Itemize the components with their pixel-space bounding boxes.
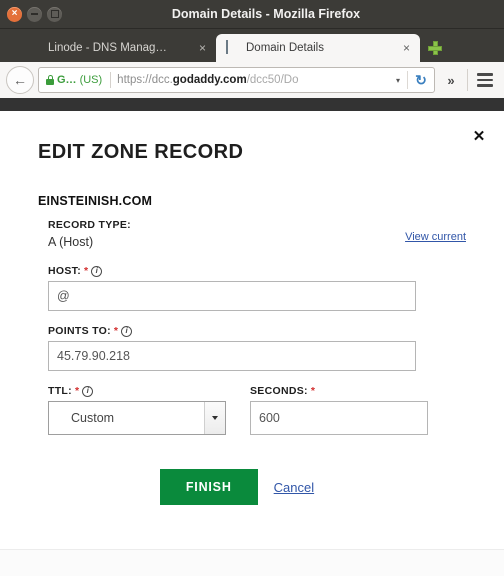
ttl-seconds-row: TTL: * i Custom SECONDS: * 600 [38, 385, 466, 435]
window-minimize-icon [31, 13, 38, 15]
window-title: Domain Details - Mozilla Firefox [171, 7, 361, 21]
tab-label: Domain Details [246, 42, 324, 54]
url-host: godaddy.com [172, 74, 247, 86]
required-asterisk: * [310, 385, 316, 397]
chevron-down-icon[interactable]: ▾ [389, 76, 407, 85]
points-to-input[interactable]: 45.79.90.218 [48, 341, 416, 371]
info-icon[interactable]: i [121, 325, 133, 337]
lock-icon [46, 75, 54, 85]
seconds-label: SECONDS: * [250, 385, 428, 397]
identity-divider [110, 72, 112, 88]
tab-label: Linode - DNS Manag… [48, 42, 167, 54]
modal-title: EDIT ZONE RECORD [38, 141, 244, 163]
ttl-label-text: TTL: [48, 385, 72, 397]
modal-close-icon[interactable]: ✕ [471, 128, 487, 144]
view-current-link[interactable]: View current [405, 219, 466, 243]
window-close-button[interactable]: × [7, 6, 22, 22]
new-tab-button[interactable] [424, 37, 446, 59]
record-type-value: A (Host) [48, 235, 94, 249]
hamburger-icon [477, 73, 493, 76]
info-icon[interactable]: i [91, 265, 103, 277]
cancel-link[interactable]: Cancel [274, 480, 314, 495]
ttl-select[interactable]: Custom [48, 401, 226, 435]
plus-icon [428, 41, 442, 55]
window-minimize-button[interactable] [27, 6, 42, 22]
record-type-block: RECORD TYPE: A (Host) [38, 219, 131, 249]
host-label-text: HOST: [48, 265, 81, 277]
url-bar[interactable]: G… (US) https://dcc.godaddy.com/dcc50/Do… [38, 67, 435, 93]
points-to-field-group: POINTS TO: * i 45.79.90.218 [38, 325, 466, 371]
tab-strip: Linode - DNS Manag… × Domain Details × [0, 29, 504, 62]
navigation-toolbar: ← G… (US) https://dcc.godaddy.com/dcc50/… [0, 62, 504, 99]
required-asterisk: * [113, 325, 119, 337]
seconds-label-text: SECONDS: [250, 385, 308, 397]
required-asterisk: * [74, 385, 80, 397]
window-controls: × [0, 6, 62, 22]
host-input[interactable]: @ [48, 281, 416, 311]
back-arrow-icon: ← [13, 72, 27, 88]
tab-close-icon[interactable]: × [401, 41, 412, 55]
window-titlebar: × Domain Details - Mozilla Firefox [0, 0, 504, 29]
seconds-field-group: SECONDS: * 600 [250, 385, 428, 435]
ttl-label: TTL: * i [48, 385, 226, 397]
edit-zone-record-modal: ✕ EDIT ZONE RECORD EINSTEINISH.COM RECOR… [0, 111, 504, 505]
url-path: /dcc50/Do [246, 74, 299, 86]
points-to-label: POINTS TO: * i [48, 325, 466, 337]
back-button[interactable]: ← [6, 66, 34, 94]
finish-button[interactable]: FINISH [159, 469, 258, 505]
page-footer [0, 549, 504, 576]
record-type-label: RECORD TYPE: [48, 219, 131, 231]
ttl-selected-value: Custom [71, 411, 115, 425]
host-field-group: HOST: * i @ [38, 265, 466, 311]
seconds-input[interactable]: 600 [250, 401, 428, 435]
url-scheme: https://dcc. [117, 74, 173, 86]
window-maximize-button[interactable] [47, 6, 62, 22]
reload-button[interactable]: ↻ [408, 72, 434, 89]
modal-actions: FINISH Cancel [38, 469, 466, 505]
firefox-window: × Domain Details - Mozilla Firefox Linod… [0, 0, 504, 576]
identity-country-label: (US) [79, 74, 103, 86]
tab-linode-dns-manager[interactable]: Linode - DNS Manag… × [18, 34, 216, 62]
site-navbar [0, 98, 504, 111]
host-label: HOST: * i [48, 265, 466, 277]
toolbar-divider [467, 69, 468, 91]
cube-icon [28, 41, 42, 55]
overflow-menu-button[interactable]: » [439, 73, 463, 88]
chevron-down-icon [212, 416, 218, 420]
window-close-icon: × [11, 8, 18, 19]
hamburger-menu-button[interactable] [472, 73, 498, 87]
points-to-label-text: POINTS TO: [48, 325, 111, 337]
page-content: ✕ EDIT ZONE RECORD EINSTEINISH.COM RECOR… [0, 98, 504, 576]
site-identity-block[interactable]: G… (US) [39, 68, 108, 92]
identity-org-label: G… [57, 74, 77, 86]
select-arrow-button[interactable] [204, 402, 225, 434]
ttl-field-group: TTL: * i Custom [48, 385, 226, 435]
page-icon [226, 40, 240, 55]
info-icon[interactable]: i [82, 385, 94, 397]
tab-domain-details[interactable]: Domain Details × [216, 34, 420, 62]
reload-icon: ↻ [415, 71, 427, 88]
window-maximize-icon [50, 10, 59, 18]
required-asterisk: * [84, 265, 89, 277]
domain-name: EINSTEINISH.COM [38, 194, 153, 208]
tab-close-icon[interactable]: × [197, 41, 208, 55]
url-text[interactable]: https://dcc.godaddy.com/dcc50/Do [117, 74, 389, 86]
double-chevron-icon: » [447, 72, 455, 88]
record-type-row: RECORD TYPE: A (Host) View current [38, 219, 466, 249]
